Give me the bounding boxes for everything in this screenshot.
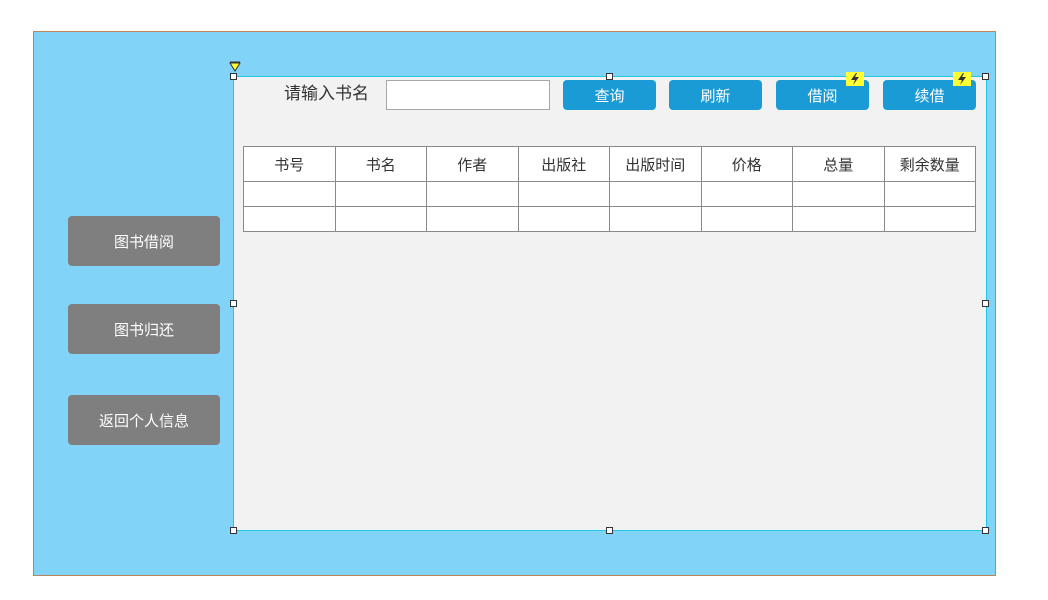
back-to-profile-label: 返回个人信息 xyxy=(98,411,189,430)
column-header-price: 价格 xyxy=(700,146,793,182)
table-cell xyxy=(700,206,793,232)
table-cell xyxy=(243,181,336,207)
table-cell xyxy=(426,206,519,232)
book-return-label: 图书归还 xyxy=(113,320,174,339)
table-cell xyxy=(609,181,702,207)
table-cell xyxy=(700,181,793,207)
column-header-author: 作者 xyxy=(426,146,519,182)
table-cell xyxy=(792,206,885,232)
column-header-book-id: 书号 xyxy=(243,146,336,182)
query-button[interactable]: 查询 xyxy=(563,80,656,110)
book-table: 书号 书名 作者 出版社 出版时间 价格 总量 剩余数量 xyxy=(243,146,976,232)
table-cell xyxy=(517,181,610,207)
resize-handle-left[interactable] xyxy=(230,300,237,307)
resize-handle-bottom[interactable] xyxy=(606,527,613,534)
column-header-title: 书名 xyxy=(334,146,427,182)
table-cell xyxy=(609,206,702,232)
column-header-publish-date: 出版时间 xyxy=(609,146,702,182)
resize-handle-top-left[interactable] xyxy=(230,73,237,80)
table-row[interactable] xyxy=(243,181,976,207)
resize-handle-bottom-left[interactable] xyxy=(230,527,237,534)
query-label: 查询 xyxy=(594,86,625,105)
table-cell xyxy=(883,206,976,232)
table-cell xyxy=(334,181,427,207)
resize-handle-bottom-right[interactable] xyxy=(982,527,989,534)
back-to-profile-button[interactable]: 返回个人信息 xyxy=(68,395,220,445)
refresh-label: 刷新 xyxy=(700,86,731,105)
resize-handle-top-right[interactable] xyxy=(982,73,989,80)
content-panel xyxy=(233,76,987,531)
book-name-label: 请输入书名 xyxy=(284,84,369,104)
table-header-row: 书号 书名 作者 出版社 出版时间 价格 总量 剩余数量 xyxy=(243,146,976,182)
column-header-remaining: 剩余数量 xyxy=(883,146,976,182)
table-cell xyxy=(334,206,427,232)
table-cell xyxy=(883,181,976,207)
refresh-button[interactable]: 刷新 xyxy=(669,80,762,110)
resize-handle-top[interactable] xyxy=(606,73,613,80)
borrow-label: 借阅 xyxy=(807,86,838,105)
resize-handle-right[interactable] xyxy=(982,300,989,307)
table-cell xyxy=(426,181,519,207)
column-header-total: 总量 xyxy=(792,146,885,182)
table-cell xyxy=(517,206,610,232)
pin-icon xyxy=(229,61,241,72)
book-borrow-label: 图书借阅 xyxy=(113,232,174,251)
book-name-input[interactable] xyxy=(386,80,550,110)
table-cell xyxy=(243,206,336,232)
column-header-publisher: 出版社 xyxy=(517,146,610,182)
book-return-button[interactable]: 图书归还 xyxy=(68,304,220,354)
book-borrow-button[interactable]: 图书借阅 xyxy=(68,216,220,266)
table-cell xyxy=(792,181,885,207)
lightning-icon xyxy=(953,72,971,86)
lightning-icon xyxy=(846,72,864,86)
renew-label: 续借 xyxy=(914,86,945,105)
table-row[interactable] xyxy=(243,206,976,232)
